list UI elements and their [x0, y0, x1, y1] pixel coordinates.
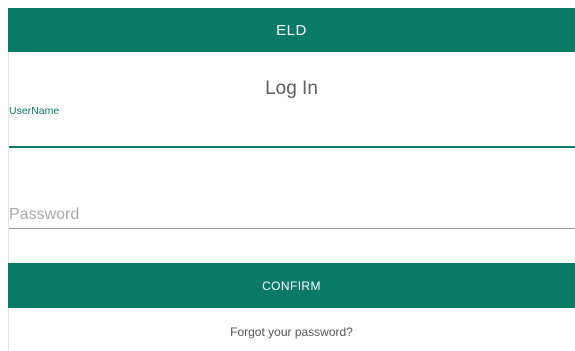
forgot-password-link[interactable]: Forgot your password? — [8, 325, 575, 339]
confirm-button[interactable]: CONFIRM — [8, 263, 575, 308]
password-input[interactable] — [9, 202, 575, 229]
page-title: Log In — [265, 78, 318, 99]
confirm-button-label: CONFIRM — [262, 278, 321, 293]
username-label: UserName — [9, 105, 60, 117]
username-input[interactable] — [9, 118, 575, 148]
login-page: ELD Log In UserName CONFIRM Forgot your … — [0, 0, 575, 351]
app-title: ELD — [276, 21, 307, 39]
app-bar: ELD — [8, 8, 575, 52]
